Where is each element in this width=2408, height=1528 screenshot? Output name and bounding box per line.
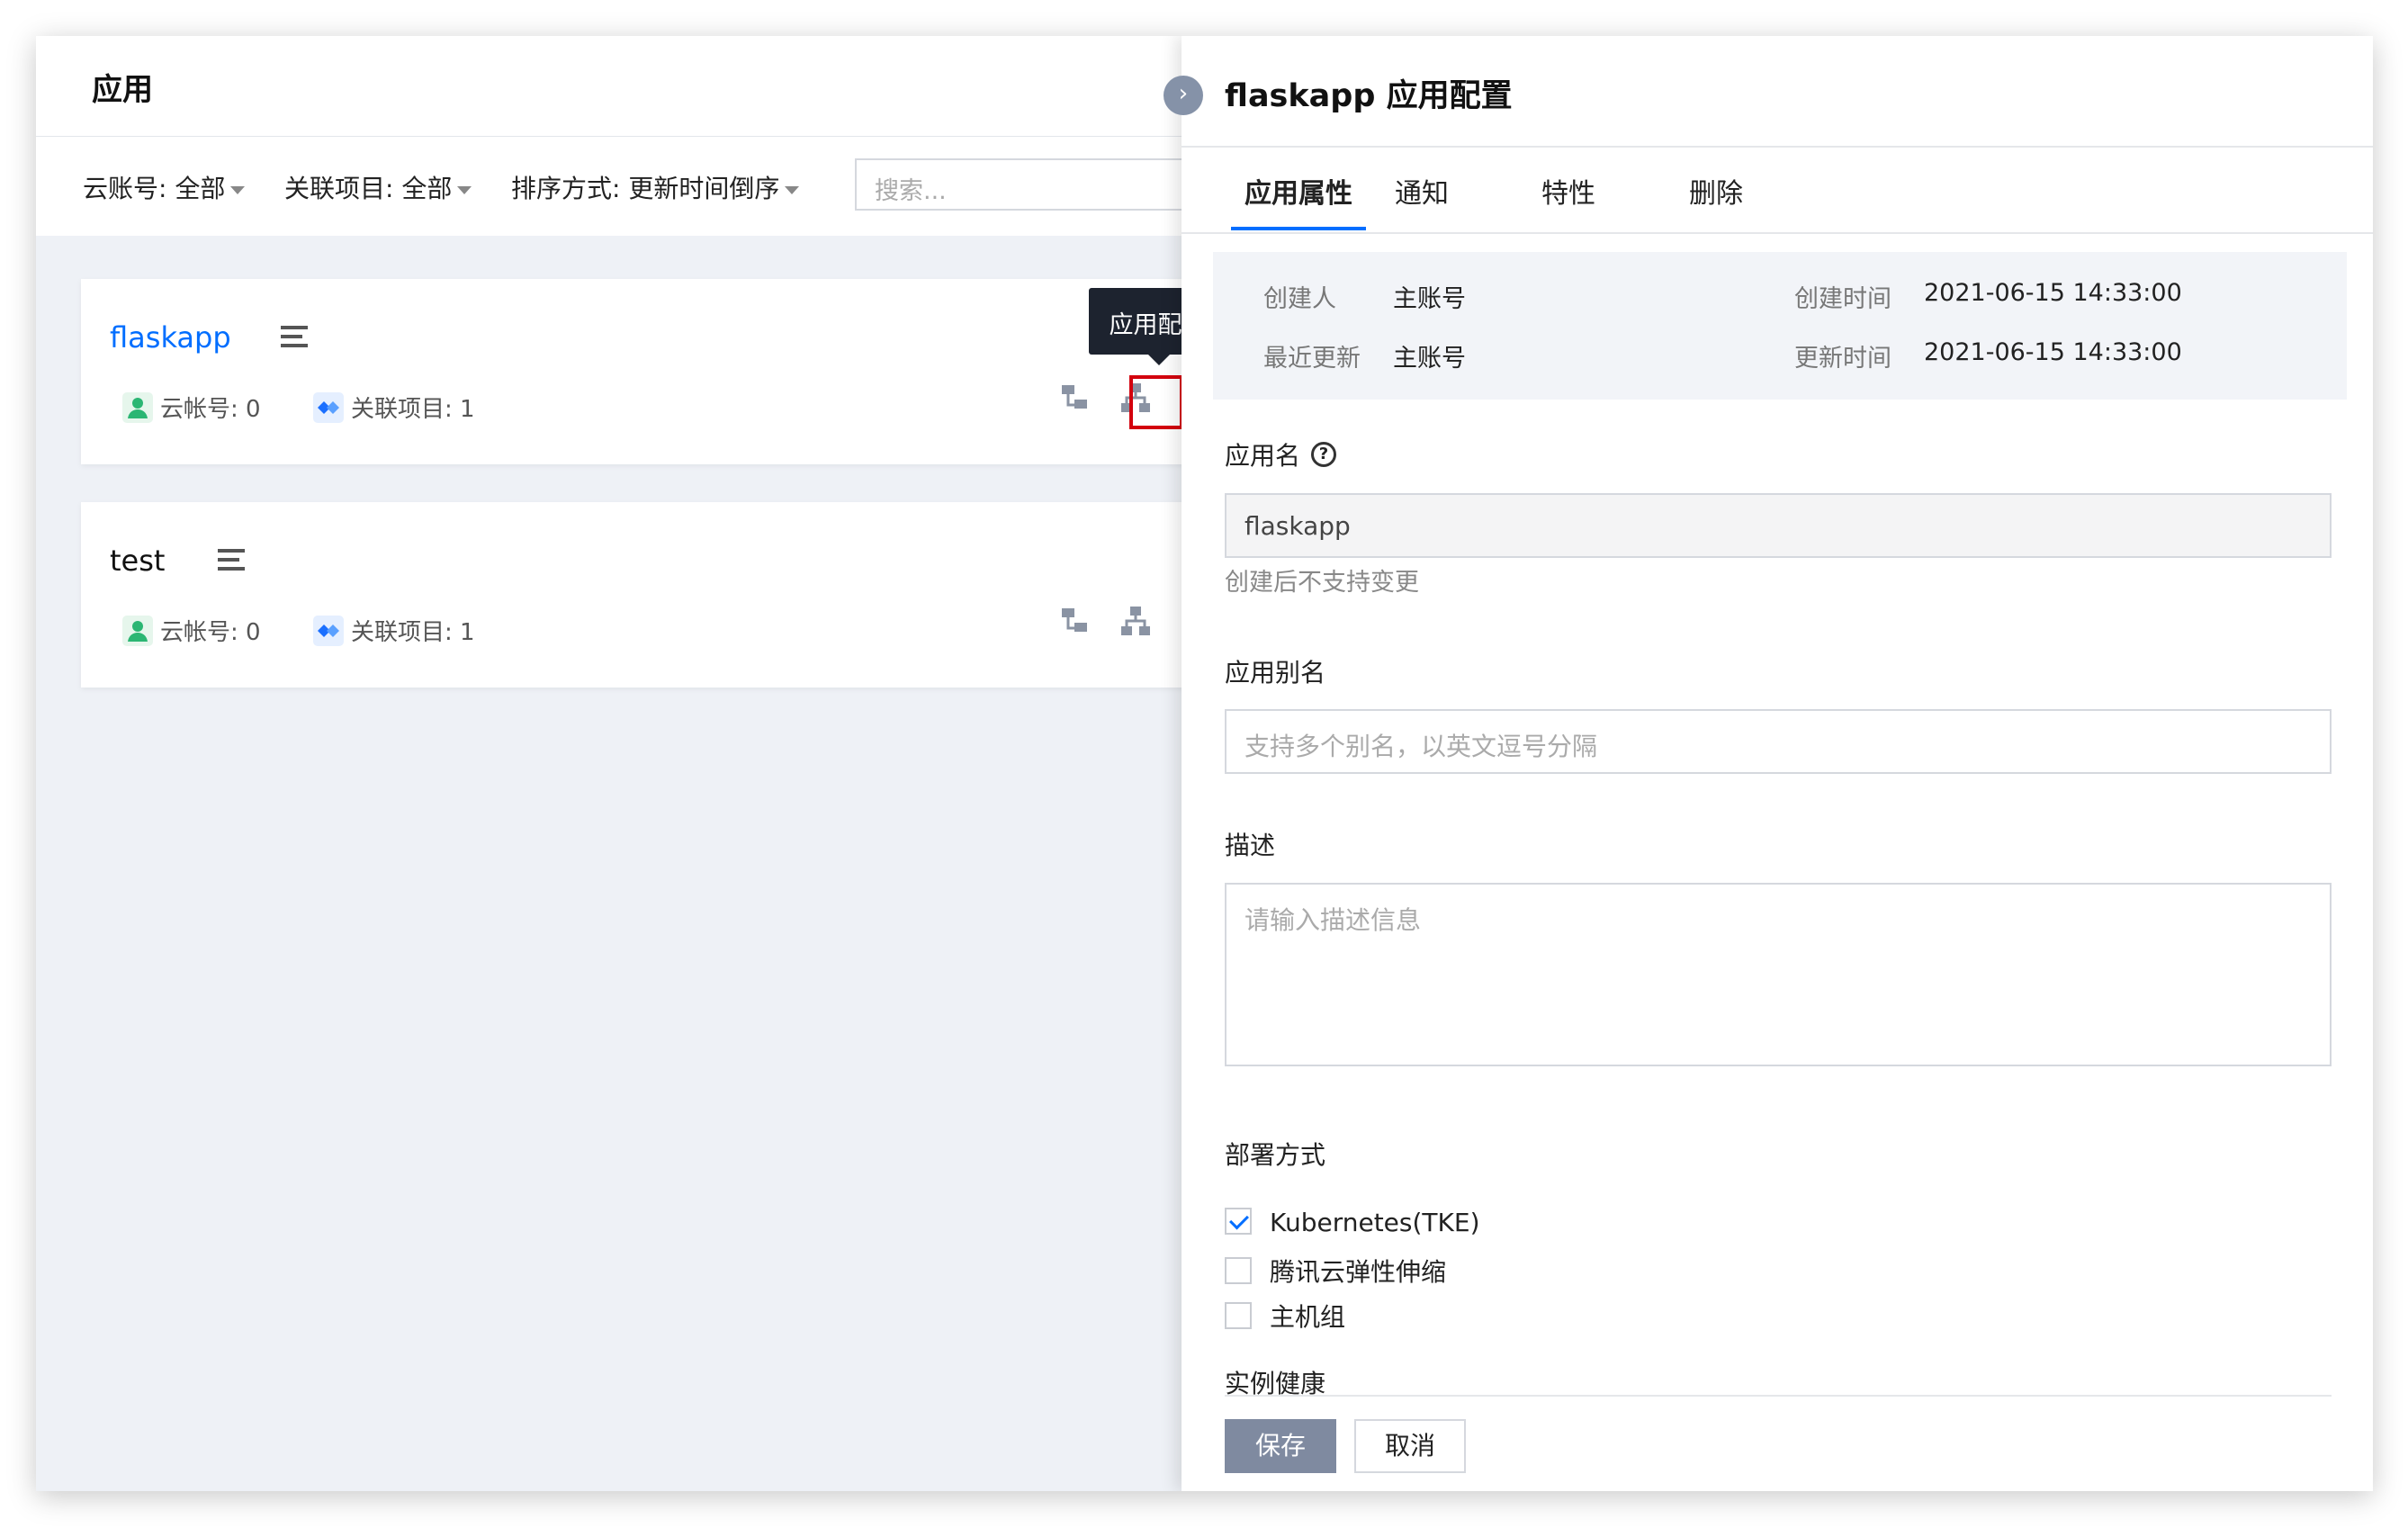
- app-name-label-text: 应用名: [1225, 441, 1301, 471]
- caret-down-icon: [457, 185, 472, 194]
- cancel-button[interactable]: 取消: [1354, 1419, 1466, 1473]
- sort-filter-value: 更新时间倒序: [628, 174, 780, 203]
- deploy-option-label: Kubernetes(TKE): [1270, 1208, 1480, 1237]
- account-filter[interactable]: 云账号: 全部: [83, 169, 246, 205]
- updater-label: 最近更新: [1263, 345, 1361, 373]
- window: 应用 云账号: 全部 关联项目: 全部 排序方式: 更新时间倒序 搜索... f…: [36, 36, 2373, 1491]
- app-list-panel: 应用 云账号: 全部 关联项目: 全部 排序方式: 更新时间倒序 搜索... f…: [36, 36, 1251, 1491]
- checkbox-icon[interactable]: [1225, 1257, 1252, 1284]
- chevron-right-icon[interactable]: ›: [1164, 76, 1203, 115]
- alias-input[interactable]: 支持多个别名，以英文逗号分隔: [1225, 709, 2332, 774]
- project-count-text: 关联项目: 1: [351, 619, 475, 646]
- account-filter-value: 全部: [175, 174, 226, 203]
- topology-icon[interactable]: [1118, 603, 1154, 639]
- created-time-row: 创建时间 2021-06-15 14:33:00: [1794, 279, 2182, 314]
- caret-down-icon: [230, 185, 246, 194]
- updater-row: 最近更新 主账号: [1263, 338, 1466, 373]
- account-count: 云帐号: 0: [122, 614, 261, 649]
- description-label: 描述: [1225, 831, 1276, 860]
- tab-notifications[interactable]: 通知: [1395, 171, 1449, 211]
- checkbox-checked-icon[interactable]: [1225, 1208, 1252, 1235]
- project-count: 关联项目: 1: [313, 391, 475, 426]
- description-textarea[interactable]: 请输入描述信息: [1225, 883, 2332, 1066]
- creator-row: 创建人 主账号: [1263, 279, 1466, 314]
- creator-value: 主账号: [1393, 285, 1466, 313]
- app-name-input: flaskapp: [1225, 493, 2332, 558]
- deploy-icon[interactable]: [1056, 603, 1092, 639]
- project-icon: [313, 391, 344, 423]
- drawer-header: flaskapp 应用配置: [1182, 36, 2373, 148]
- updated-time-row: 更新时间 2021-06-15 14:33:00: [1794, 338, 2182, 373]
- list-header: 应用: [36, 36, 1182, 137]
- updated-time-value: 2021-06-15 14:33:00: [1924, 338, 2182, 366]
- account-count: 云帐号: 0: [122, 391, 261, 426]
- active-tab-indicator: [1231, 227, 1366, 230]
- drawer-title: flaskapp 应用配置: [1225, 78, 1513, 114]
- tab-bar: 应用属性 通知 特性 删除: [1182, 148, 2373, 234]
- app-config-drawer: flaskapp 应用配置 应用属性 通知 特性 删除 创建人 主账号 最近更新…: [1182, 36, 2373, 1491]
- sort-filter[interactable]: 排序方式: 更新时间倒序: [511, 169, 800, 205]
- project-filter[interactable]: 关联项目: 全部: [284, 169, 472, 205]
- page-title: 应用: [92, 72, 153, 108]
- deploy-method-label: 部署方式: [1225, 1140, 1326, 1170]
- app-card-flaskapp[interactable]: flaskapp 云帐号: 0 关联项目: 1: [81, 279, 1251, 464]
- updater-value: 主账号: [1393, 345, 1466, 373]
- deploy-icon[interactable]: [1056, 380, 1092, 416]
- created-time-label: 创建时间: [1794, 285, 1891, 313]
- description-icon[interactable]: [281, 326, 308, 347]
- project-count-text: 关联项目: 1: [351, 396, 475, 423]
- project-icon: [313, 615, 344, 646]
- tab-app-properties[interactable]: 应用属性: [1244, 171, 1352, 211]
- filter-bar: 云账号: 全部 关联项目: 全部 排序方式: 更新时间倒序 搜索...: [36, 137, 1215, 236]
- user-icon: [122, 615, 153, 646]
- account-count-text: 云帐号: 0: [160, 396, 261, 423]
- search-input[interactable]: 搜索...: [855, 158, 1215, 211]
- account-count-text: 云帐号: 0: [160, 619, 261, 646]
- sort-filter-label: 排序方式:: [511, 174, 621, 203]
- footer-divider: [1225, 1395, 2332, 1397]
- project-filter-label: 关联项目:: [284, 174, 394, 203]
- checkbox-icon[interactable]: [1225, 1302, 1252, 1329]
- deploy-option-label: 腾讯云弹性伸缩: [1270, 1257, 1447, 1287]
- user-icon: [122, 391, 153, 423]
- project-count: 关联项目: 1: [313, 614, 475, 649]
- deploy-option-autoscaling[interactable]: 腾讯云弹性伸缩: [1225, 1253, 1446, 1289]
- account-filter-label: 云账号:: [83, 174, 167, 203]
- description-icon[interactable]: [218, 549, 245, 571]
- tab-features[interactable]: 特性: [1541, 171, 1595, 211]
- app-card-test[interactable]: test ··· 云帐号: 0 关联项目: 1: [81, 502, 1251, 688]
- app-name-link[interactable]: test: [110, 544, 165, 578]
- app-name-hint: 创建后不支持变更: [1225, 569, 1419, 597]
- meta-info-panel: 创建人 主账号 最近更新 主账号 创建时间 2021-06-15 14:33:0…: [1213, 252, 2347, 400]
- app-name-label: 应用名?: [1225, 436, 1337, 472]
- creator-label: 创建人: [1263, 285, 1336, 313]
- highlight-box: [1129, 375, 1183, 429]
- alias-label: 应用别名: [1225, 658, 1326, 688]
- save-button[interactable]: 保存: [1225, 1419, 1336, 1473]
- tab-delete[interactable]: 删除: [1689, 171, 1743, 211]
- app-name-link[interactable]: flaskapp: [110, 320, 231, 355]
- deploy-option-host-group[interactable]: 主机组: [1225, 1298, 1345, 1334]
- caret-down-icon: [785, 185, 800, 194]
- project-filter-value: 全部: [401, 174, 453, 203]
- deploy-option-label: 主机组: [1270, 1302, 1346, 1332]
- updated-time-label: 更新时间: [1794, 345, 1891, 373]
- help-icon[interactable]: ?: [1311, 442, 1337, 467]
- created-time-value: 2021-06-15 14:33:00: [1924, 279, 2182, 307]
- deploy-option-tke[interactable]: Kubernetes(TKE): [1225, 1208, 1480, 1237]
